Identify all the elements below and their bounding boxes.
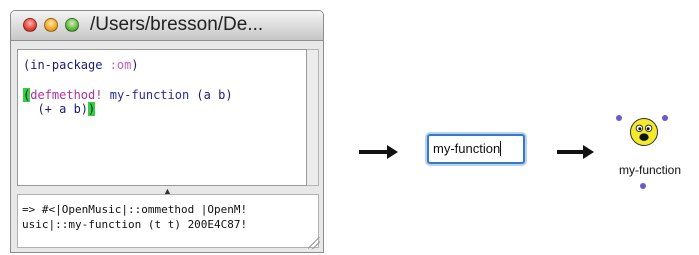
zoom-button[interactable]	[65, 18, 79, 32]
text-caret	[500, 141, 502, 156]
pane-splitter[interactable]: ▲	[11, 186, 323, 196]
window-title: /Users/bresson/De...	[90, 14, 264, 35]
function-name-input[interactable]: my-function	[427, 134, 525, 164]
inlet-icon[interactable]	[616, 115, 622, 121]
right-arrow-icon	[557, 145, 594, 159]
code-editor[interactable]: (in-package :om) (defmethod! my-function…	[17, 49, 307, 186]
minimize-button[interactable]	[44, 18, 58, 32]
code-line-1: (in-package :om)	[23, 58, 139, 72]
listener-line-1: => #<|OpenMusic|::ommethod |OpenM!	[22, 203, 248, 216]
title-bar[interactable]: /Users/bresson/De...	[11, 11, 323, 41]
lisp-editor-window: /Users/bresson/De... (in-package :om) (d…	[10, 10, 324, 253]
editor-scrollbar[interactable]	[307, 49, 319, 186]
inlet-icon[interactable]	[662, 115, 668, 121]
listener-line-2: usic|::my-function (t t) 200E4C87!	[22, 218, 248, 231]
right-arrow-icon	[359, 145, 398, 159]
listener-output: => #<|OpenMusic|::ommethod |OpenM! usic|…	[17, 194, 319, 248]
close-button[interactable]	[23, 18, 37, 32]
function-label: my-function	[619, 163, 682, 177]
resize-grip-icon[interactable]	[308, 237, 320, 249]
code-line-3: (+ a b))	[23, 102, 96, 116]
paren-highlight-close: )	[88, 102, 96, 116]
generic-function-box[interactable]: my-function	[610, 108, 699, 198]
function-face-icon	[630, 118, 658, 146]
outlet-icon[interactable]	[640, 183, 646, 189]
code-line-2: (defmethod! my-function (a b)	[23, 88, 233, 102]
